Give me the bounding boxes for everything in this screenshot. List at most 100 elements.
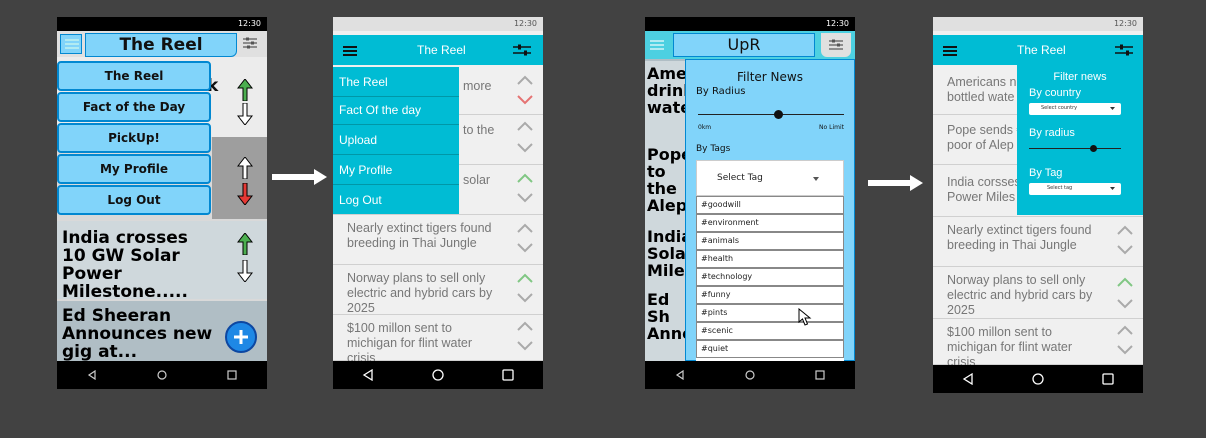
menu-item-the-reel[interactable]: The Reel: [333, 67, 459, 97]
menu-item-fact-of-the-day[interactable]: Fact Of the day: [333, 95, 459, 125]
news-headline: Norway plans to sell only electric and h…: [947, 273, 1093, 317]
radius-slider[interactable]: [698, 110, 844, 120]
slider-thumb[interactable]: [1090, 145, 1097, 152]
downvote-arrow-icon[interactable]: [237, 183, 253, 205]
menu-item-log-out[interactable]: Log Out: [57, 185, 211, 215]
upvote-chevron-icon[interactable]: [517, 75, 533, 85]
downvote-chevron-icon[interactable]: [1117, 345, 1133, 355]
tag-select[interactable]: Select Tag: [696, 160, 844, 196]
tag-option[interactable]: #environment: [696, 214, 844, 232]
tag-select-value: Select Tag: [717, 173, 763, 183]
upvote-chevron-icon[interactable]: [1117, 225, 1133, 235]
news-headline-partial: more: [463, 79, 492, 93]
side-menu: The Reel Fact of the Day PickUp! My Prof…: [57, 61, 213, 221]
recents-icon[interactable]: [1102, 373, 1114, 385]
radius-slider[interactable]: [1029, 145, 1121, 153]
mouse-cursor-icon: [798, 308, 812, 326]
downvote-arrow-icon[interactable]: [237, 260, 253, 282]
recents-icon[interactable]: [502, 369, 514, 381]
filter-icon[interactable]: [243, 37, 257, 49]
tag-option[interactable]: #animals: [696, 232, 844, 250]
downvote-chevron-icon[interactable]: [1117, 245, 1133, 255]
home-icon[interactable]: [432, 369, 444, 381]
downvote-chevron-icon[interactable]: [517, 193, 533, 203]
upvote-chevron-icon[interactable]: [1117, 325, 1133, 335]
downvote-arrow-icon[interactable]: [237, 103, 253, 125]
back-icon[interactable]: [362, 369, 374, 381]
bg-word: to the: [647, 162, 677, 198]
downvote-chevron-icon[interactable]: [1117, 299, 1133, 309]
status-time: 12:30: [513, 19, 537, 28]
downvote-chevron-icon[interactable]: [517, 95, 533, 105]
menu-item-log-out[interactable]: Log Out: [333, 185, 459, 215]
upvote-arrow-icon[interactable]: [237, 157, 253, 179]
country-label: By country: [1029, 87, 1081, 99]
tag-select[interactable]: Select tag: [1029, 183, 1121, 195]
page-title: UpR: [727, 35, 761, 54]
bg-word: Amer: [647, 64, 685, 83]
downvote-chevron-icon[interactable]: [517, 243, 533, 253]
add-fab-button[interactable]: [225, 321, 257, 353]
news-item[interactable]: $100 millon sent to michigan for flint w…: [333, 315, 543, 365]
downvote-chevron-icon[interactable]: [517, 293, 533, 303]
home-icon[interactable]: [157, 370, 167, 380]
menu-item-my-profile[interactable]: My Profile: [57, 154, 211, 184]
news-headline: Ed Sheeran Announces new gig at...: [62, 306, 213, 361]
bg-word: India: [647, 227, 685, 246]
menu-item-upload[interactable]: Upload: [333, 125, 459, 155]
home-icon[interactable]: [1032, 373, 1044, 385]
menu-item-fact-of-the-day[interactable]: Fact of the Day: [57, 92, 211, 122]
upvote-chevron-icon[interactable]: [517, 273, 533, 283]
home-icon[interactable]: [745, 370, 755, 380]
news-headline-partial: to the: [463, 123, 495, 137]
hamburger-icon[interactable]: [650, 40, 664, 50]
back-icon[interactable]: [962, 373, 974, 385]
country-select[interactable]: Select country: [1029, 103, 1121, 115]
news-item[interactable]: Nearly extinct tigers found breeding in …: [333, 215, 543, 265]
radius-max-label: No Limit: [819, 124, 844, 131]
tag-option[interactable]: #health: [696, 250, 844, 268]
tag-option[interactable]: #pints: [696, 304, 844, 322]
news-item[interactable]: Norway plans to sell only electric and h…: [933, 267, 1143, 319]
upvote-chevron-icon[interactable]: [517, 223, 533, 233]
news-item[interactable]: India crosses 10 GW Solar Power Mileston…: [57, 221, 267, 299]
hamburger-icon[interactable]: [343, 46, 357, 56]
downvote-chevron-icon[interactable]: [517, 341, 533, 351]
bg-word: Pope: [647, 145, 685, 164]
recents-icon[interactable]: [815, 370, 825, 380]
tag-option[interactable]: #goodwill: [696, 196, 844, 214]
upvote-arrow-icon[interactable]: [237, 79, 253, 101]
news-item[interactable]: Norway plans to sell only electric and h…: [333, 265, 543, 315]
tag-option[interactable]: #scenic: [696, 322, 844, 340]
news-headline-partial: India corsses Power Miles: [947, 175, 1021, 204]
downvote-chevron-icon[interactable]: [517, 143, 533, 153]
tag-option[interactable]: #quiet: [696, 340, 844, 358]
status-bar: 12:30: [933, 17, 1143, 31]
slider-thumb[interactable]: [774, 110, 783, 119]
upvote-chevron-icon[interactable]: [517, 321, 533, 331]
tag-option[interactable]: #funny: [696, 286, 844, 304]
menu-item-my-profile[interactable]: My Profile: [333, 155, 459, 185]
news-item[interactable]: $100 millon sent to michigan for flint w…: [933, 319, 1143, 369]
upvote-chevron-icon[interactable]: [517, 121, 533, 131]
news-headline-partial: solar: [463, 173, 491, 187]
filter-button[interactable]: [821, 33, 851, 57]
recents-icon[interactable]: [227, 370, 237, 380]
hamburger-icon[interactable]: [943, 46, 957, 56]
screen3-phone: 12:30 UpR Amer drink wate Pope to the Al…: [645, 17, 855, 389]
upvote-chevron-icon[interactable]: [517, 173, 533, 183]
filter-icon[interactable]: [1115, 44, 1133, 56]
app-bar: The Reel: [933, 35, 1143, 65]
dropdown-arrow-icon: [1110, 107, 1115, 110]
menu-item-pickup[interactable]: PickUp!: [57, 123, 211, 153]
news-item[interactable]: Nearly extinct tigers found breeding in …: [933, 217, 1143, 267]
back-icon[interactable]: [675, 370, 685, 380]
filter-icon[interactable]: [513, 44, 531, 56]
back-icon[interactable]: [87, 370, 97, 380]
page-title: The Reel: [119, 35, 203, 55]
upvote-chevron-icon[interactable]: [1117, 277, 1133, 287]
menu-item-the-reel[interactable]: The Reel: [57, 61, 211, 91]
upvote-arrow-icon[interactable]: [237, 233, 253, 255]
tag-option[interactable]: #technology: [696, 268, 844, 286]
menu-button[interactable]: [60, 34, 82, 54]
